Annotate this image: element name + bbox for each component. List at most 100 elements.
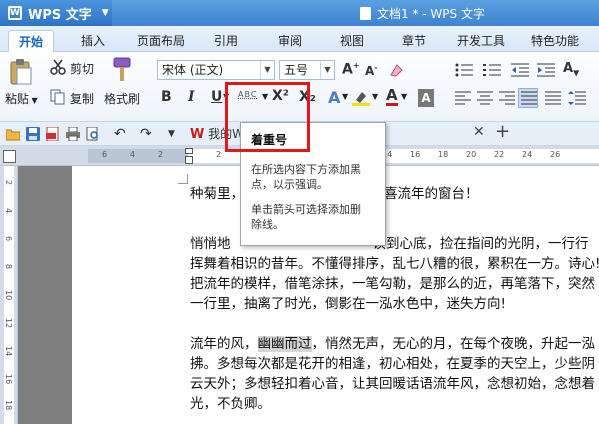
margin-corner-mark bbox=[178, 174, 188, 184]
decrease-indent-icon[interactable] bbox=[511, 63, 529, 80]
ruler-number: 26 bbox=[550, 150, 561, 159]
ruler-number: 6 bbox=[4, 236, 13, 242]
emphasis-highlight-box bbox=[225, 82, 310, 152]
chevron-down-icon: ▼ bbox=[260, 61, 274, 79]
undo-icon[interactable]: ↶ bbox=[114, 127, 128, 141]
tab-stop-selector[interactable] bbox=[3, 150, 16, 163]
paragraph-line[interactable]: 云天外；多想轻扣着心音，让其回暖话语流年风，念想初始，念想着 bbox=[190, 374, 595, 394]
customize-toolbar-icon[interactable]: ▼ bbox=[168, 127, 182, 141]
increase-indent-icon[interactable] bbox=[537, 63, 555, 80]
paragraph-line[interactable]: 拂。多想每次都是花开的相逢，初心相处，在夏季的天空上，少些阴 bbox=[190, 354, 595, 374]
selected-text[interactable]: 幽幽而过 bbox=[257, 336, 312, 352]
wps-w-icon: W bbox=[190, 127, 205, 142]
window-title: 文档1 * - WPS 文字 bbox=[360, 5, 485, 22]
ruler-number: 16 bbox=[410, 150, 421, 159]
bold-button[interactable]: B bbox=[161, 89, 172, 105]
tooltip-hint: 单击箭头可选择添加删 除线。 bbox=[251, 203, 361, 231]
underline-button[interactable]: U bbox=[211, 89, 222, 105]
ruler-number: 20 bbox=[466, 150, 477, 159]
italic-button[interactable]: I bbox=[188, 89, 195, 105]
copy-icon[interactable] bbox=[50, 89, 66, 108]
tab-view[interactable]: 视图 bbox=[332, 30, 372, 52]
ruler-number: 2 bbox=[158, 150, 164, 159]
justify-icon[interactable] bbox=[518, 88, 538, 108]
font-name-select[interactable]: 宋体 (正文) ▼ bbox=[157, 60, 275, 80]
chevron-down-icon: ▼ bbox=[401, 92, 408, 101]
paragraph-line[interactable]: 流年的风，幽幽而过，悄然无声，无心的月，在每个夜晚，升起一泓 bbox=[190, 334, 595, 354]
ruler-number: 16 bbox=[4, 374, 13, 385]
copy-button[interactable]: 复制 bbox=[70, 90, 94, 107]
export-pdf-icon[interactable] bbox=[46, 126, 60, 142]
ruler-number: 10 bbox=[4, 290, 13, 301]
chevron-down-icon: ▼ bbox=[320, 61, 334, 79]
paragraph-line[interactable]: 挥舞着相识的昔年。不懂得排序，乱七八糟的很，累积在一方。诗心! bbox=[190, 254, 599, 274]
tab-review[interactable]: 审阅 bbox=[270, 30, 310, 52]
first-line-indent-marker[interactable] bbox=[185, 148, 193, 154]
ruler-number: 2 bbox=[216, 150, 222, 159]
ruler-number: 18 bbox=[4, 400, 13, 411]
numbered-list-icon[interactable] bbox=[483, 63, 503, 80]
ruler-number: 8 bbox=[4, 264, 13, 270]
shrink-font-button[interactable]: A- bbox=[365, 63, 378, 78]
tab-sections[interactable]: 章节 bbox=[394, 30, 434, 52]
chevron-down-icon: ▼ bbox=[372, 92, 379, 101]
ruler-number: 22 bbox=[494, 150, 505, 159]
print-preview-icon[interactable] bbox=[86, 126, 100, 141]
ruler-number: 14 bbox=[4, 346, 13, 357]
close-tab-icon[interactable]: ✕ bbox=[473, 124, 485, 140]
cut-button[interactable]: 剪切 bbox=[70, 60, 94, 77]
ruler-number: 12 bbox=[4, 318, 13, 329]
tooltip-description: 在所选内容下方添加黑 点，以示强调。 bbox=[251, 163, 361, 191]
ruler-number: 24 bbox=[522, 150, 533, 159]
new-tab-icon[interactable]: + bbox=[495, 121, 510, 142]
ruler-number: 6 bbox=[102, 150, 108, 159]
save-icon[interactable] bbox=[26, 127, 40, 141]
ruler-number: 2 bbox=[4, 180, 13, 186]
paragraph-line[interactable]: 把流年的模样，借笔涂抹，一笔勾勒，是那么的近，再笔落下，突然 bbox=[190, 274, 595, 294]
chevron-down-icon: ▼ bbox=[101, 8, 109, 18]
align-right-icon[interactable] bbox=[499, 91, 515, 108]
ruler-number: 18 bbox=[438, 150, 449, 159]
tab-special-features[interactable]: 特色功能 bbox=[522, 30, 588, 52]
grow-font-button[interactable]: A+ bbox=[342, 61, 360, 78]
app-menu-button[interactable]: W WPS 文字 ▼ bbox=[0, 0, 112, 26]
tab-developer-tools[interactable]: 开发工具 bbox=[450, 30, 512, 52]
clear-format-icon[interactable] bbox=[388, 62, 404, 81]
open-folder-icon[interactable] bbox=[5, 127, 21, 141]
font-size-value: 五号 bbox=[284, 63, 309, 77]
redo-icon[interactable]: ↷ bbox=[140, 127, 154, 141]
hanging-indent-marker[interactable] bbox=[185, 156, 193, 164]
font-size-select[interactable]: 五号 ▼ bbox=[279, 60, 335, 80]
text-effect-button[interactable]: A bbox=[328, 88, 340, 107]
paragraph-line[interactable]: 光，不负卿。 bbox=[190, 394, 271, 414]
line-spacing-icon[interactable] bbox=[568, 91, 586, 108]
format-painter-icon[interactable] bbox=[110, 56, 134, 87]
tab-home[interactable]: 开始 bbox=[8, 30, 54, 52]
document-title-text: 文档1 * - WPS 文字 bbox=[377, 7, 485, 21]
bullet-list-icon[interactable] bbox=[455, 63, 475, 80]
format-painter-button[interactable]: 格式刷 bbox=[104, 90, 140, 107]
distribute-icon[interactable] bbox=[545, 91, 561, 108]
menu-bar: 开始 插入 页面布局 引用 审阅 视图 章节 开发工具 特色功能 bbox=[0, 26, 599, 52]
document-icon bbox=[360, 7, 371, 20]
highlighter-icon[interactable] bbox=[352, 90, 370, 109]
title-bar: W WPS 文字 ▼ 文档1 * - WPS 文字 bbox=[0, 0, 599, 26]
paste-icon[interactable] bbox=[8, 58, 34, 86]
tab-page-layout[interactable]: 页面布局 bbox=[130, 30, 192, 52]
tab-insert[interactable]: 插入 bbox=[70, 30, 116, 52]
align-left-icon[interactable] bbox=[455, 91, 471, 108]
character-shading-icon[interactable]: A bbox=[418, 89, 434, 107]
font-name-value: 宋体 (正文) bbox=[162, 63, 224, 77]
app-name: WPS 文字 bbox=[28, 7, 92, 23]
align-center-icon[interactable] bbox=[477, 91, 493, 108]
vertical-ruler[interactable]: 2 4 6 8 10 12 14 16 18 bbox=[0, 166, 18, 424]
paste-button[interactable]: 粘贴 ▼ bbox=[5, 90, 38, 107]
chevron-down-icon: ▼ bbox=[342, 92, 349, 101]
change-case-button[interactable]: A▼ bbox=[563, 61, 579, 78]
tab-references[interactable]: 引用 bbox=[206, 30, 246, 52]
print-icon[interactable] bbox=[66, 126, 80, 142]
wps-logo-icon: W bbox=[8, 6, 22, 20]
font-color-button[interactable]: A bbox=[386, 87, 398, 106]
scissors-icon[interactable] bbox=[50, 59, 66, 78]
paragraph-line[interactable]: 一行里，抽离了时光，倒影在一泓水色中，迷失方向! bbox=[190, 294, 506, 314]
